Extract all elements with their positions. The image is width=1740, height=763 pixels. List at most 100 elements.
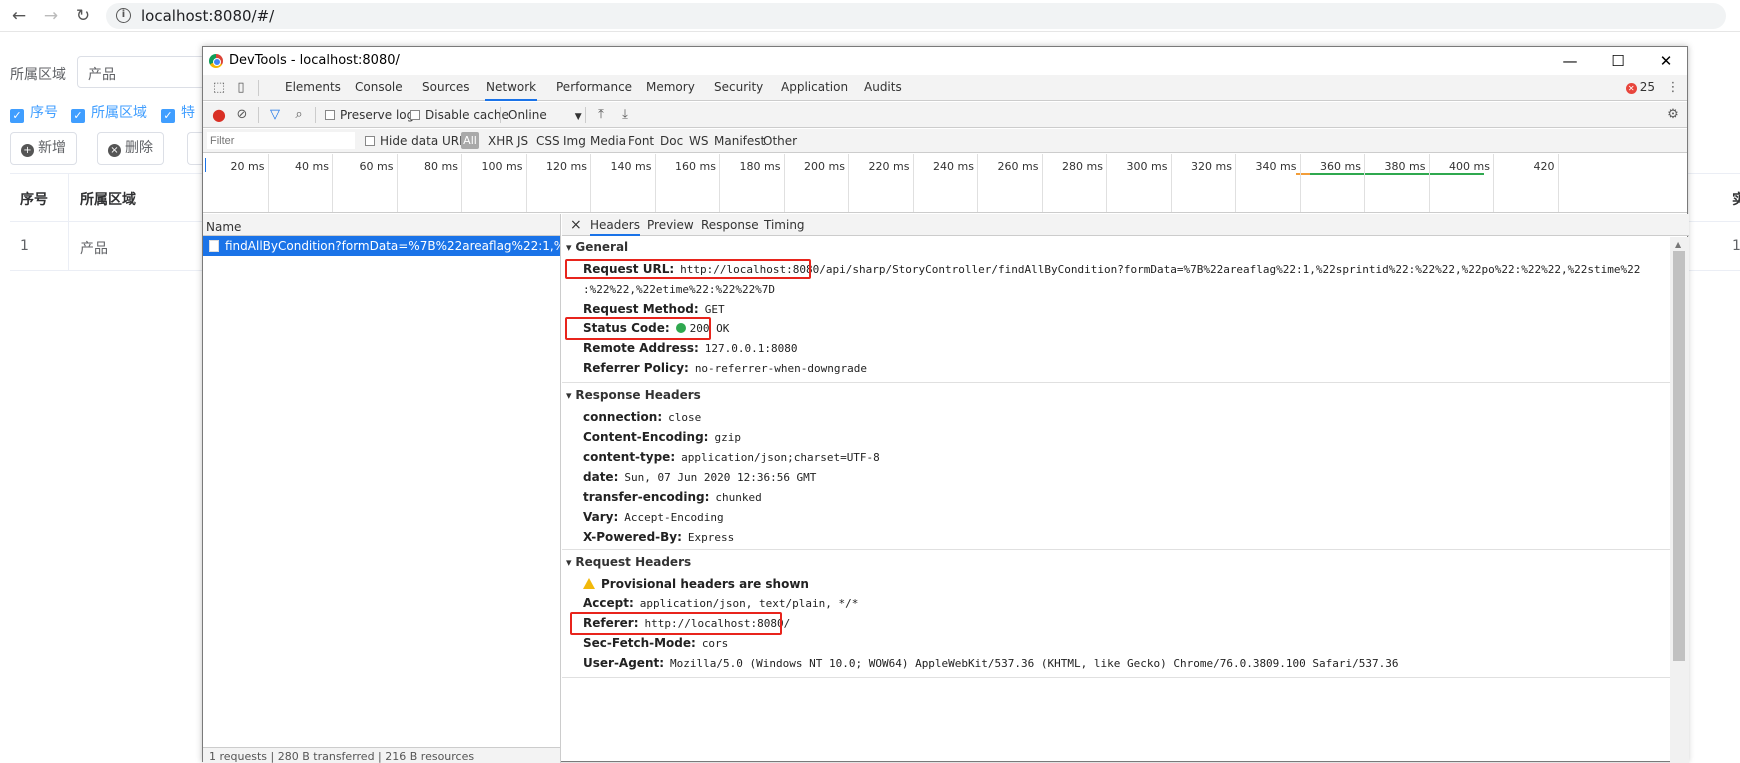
disable-cache-checkbox[interactable]: Disable cache — [410, 108, 509, 122]
header-key: Remote Address: — [583, 341, 699, 355]
filter-icon[interactable]: ▽ — [267, 107, 283, 123]
name-column-header[interactable]: Name — [203, 214, 560, 236]
warning-text: Provisional headers are shown — [601, 577, 809, 591]
timeline-tick-label: 40 ms — [295, 160, 329, 173]
tab-elements[interactable]: Elements — [284, 75, 342, 101]
header-key: Referrer Policy: — [583, 361, 689, 375]
header-key: content-type: — [583, 450, 676, 464]
checkbox-region[interactable]: ✓ 所属区域 — [71, 102, 147, 123]
divider — [562, 677, 1670, 678]
address-text[interactable]: localhost:8080/#/ — [141, 7, 274, 25]
error-count-badge[interactable]: ✕ 25 — [1625, 80, 1655, 94]
delete-button[interactable]: × 删除 — [97, 132, 164, 165]
header-key: transfer-encoding: — [583, 490, 710, 504]
network-overview-timeline[interactable]: 20 ms 40 ms 60 ms 80 ms 100 ms 120 ms 140 ms 16… — [203, 154, 1687, 213]
response-header-row: X-Powered-By: Express — [583, 530, 734, 544]
hide-data-urls-checkbox[interactable]: Hide data URLs — [365, 134, 472, 148]
response-header-row: Vary: Accept-Encoding — [583, 510, 724, 524]
close-details-icon[interactable]: × — [570, 214, 582, 236]
add-label: 新增 — [38, 140, 66, 156]
more-menu-icon[interactable]: ⋮ — [1665, 80, 1681, 96]
add-button[interactable]: + 新增 — [10, 132, 77, 165]
header-value: Sun, 07 Jun 2020 12:36:56 GMT — [624, 471, 817, 484]
request-method-row: Request Method: GET — [583, 302, 725, 316]
filter-js[interactable]: JS — [517, 134, 528, 148]
request-row[interactable]: findAllByCondition?formData=%7B%22areafl… — [203, 236, 560, 256]
response-header-row: content-type: application/json;charset=UT… — [583, 450, 880, 464]
checkbox-index[interactable]: ✓ 序号 — [10, 102, 58, 123]
import-har-icon[interactable]: ⤒ — [593, 107, 609, 123]
header-key: Request Method: — [583, 302, 699, 316]
export-har-icon[interactable]: ⤓ — [617, 107, 633, 123]
general-section-header[interactable]: General — [566, 240, 628, 254]
annotation-box-request-url — [565, 259, 811, 279]
tab-headers[interactable]: Headers — [590, 214, 640, 236]
device-toolbar-icon[interactable]: ▯ — [233, 80, 249, 96]
minimize-button[interactable]: — — [1555, 49, 1585, 73]
settings-gear-icon[interactable]: ⚙ — [1665, 107, 1681, 123]
filter-all[interactable]: All — [461, 132, 479, 149]
warning-icon — [583, 578, 595, 589]
close-window-button[interactable]: ✕ — [1651, 49, 1681, 73]
preserve-log-checkbox[interactable]: Preserve log — [325, 108, 414, 122]
checkbox-icon — [325, 110, 335, 120]
timeline-tick-label: 220 ms — [868, 160, 910, 173]
tab-response[interactable]: Response — [701, 214, 759, 236]
header-value: 127.0.0.1:8080 — [704, 342, 798, 355]
filter-img[interactable]: Img — [563, 134, 586, 148]
timeline-tick-label: 180 ms — [739, 160, 781, 173]
filter-css[interactable]: CSS — [536, 134, 560, 148]
details-tabbar: × Headers Preview Response Timing — [562, 214, 1689, 236]
inspect-element-icon[interactable]: ⬚ — [211, 80, 227, 96]
timeline-start-marker — [205, 158, 206, 172]
filter-font[interactable]: Font — [628, 134, 654, 148]
filter-bar: Hide data URLs All XHR JS CSS Img Media … — [203, 129, 1687, 153]
address-bar[interactable]: i localhost:8080/#/ — [106, 3, 1726, 29]
tab-memory[interactable]: Memory — [645, 75, 696, 101]
filter-media[interactable]: Media — [590, 134, 626, 148]
check-icon: ✓ — [161, 109, 175, 123]
tab-timing[interactable]: Timing — [764, 214, 805, 236]
filter-manifest[interactable]: Manifest — [714, 134, 765, 148]
forward-arrow-icon[interactable]: → — [40, 5, 62, 27]
delete-label: 删除 — [125, 140, 153, 156]
document-icon — [209, 240, 219, 252]
back-arrow-icon[interactable]: ← — [8, 5, 30, 27]
tab-security[interactable]: Security — [713, 75, 764, 101]
header-value: close — [668, 411, 702, 424]
details-scrollbar[interactable]: ▲ — [1670, 237, 1689, 763]
referrer-policy-row: Referrer Policy: no-referrer-when-downgra… — [583, 361, 867, 375]
search-icon[interactable]: ⌕ — [291, 107, 307, 123]
info-icon[interactable]: i — [116, 8, 131, 23]
response-headers-section-header[interactable]: Response Headers — [566, 388, 700, 402]
reload-icon[interactable]: ↻ — [72, 5, 94, 27]
devtools-tabbar: ⬚ ▯ Elements Console Sources Network Per… — [203, 75, 1687, 101]
tab-preview[interactable]: Preview — [647, 214, 694, 236]
filter-ws[interactable]: WS — [689, 134, 708, 148]
request-headers-section-header[interactable]: Request Headers — [566, 555, 691, 569]
header-value: chunked — [715, 491, 762, 504]
region-label: 所属区域 — [10, 67, 66, 83]
tab-application[interactable]: Application — [780, 75, 849, 101]
filter-xhr[interactable]: XHR — [488, 134, 514, 148]
filter-doc[interactable]: Doc — [660, 134, 683, 148]
tab-performance[interactable]: Performance — [555, 75, 633, 101]
record-icon[interactable]: ● — [211, 107, 227, 123]
maximize-button[interactable]: ☐ — [1603, 49, 1633, 73]
disable-cache-label: Disable cache — [425, 108, 509, 122]
filter-other[interactable]: Other — [763, 134, 797, 148]
tab-network[interactable]: Network — [485, 75, 538, 101]
network-status-bar: 1 requests | 280 B transferred | 216 B r… — [203, 747, 560, 763]
tab-audits[interactable]: Audits — [863, 75, 903, 101]
clear-icon[interactable]: ⊘ — [234, 107, 250, 123]
checkbox-feature[interactable]: ✓ 特 — [161, 102, 195, 123]
filter-input[interactable] — [207, 132, 355, 149]
tab-console[interactable]: Console — [354, 75, 404, 101]
region-input[interactable]: 产品 — [77, 56, 207, 88]
scrollbar-thumb[interactable] — [1673, 251, 1685, 661]
timeline-tick-label: 240 ms — [933, 160, 974, 173]
throttling-select[interactable]: Online ▼ — [508, 108, 582, 122]
scroll-up-icon[interactable]: ▲ — [1675, 240, 1681, 249]
remote-address-row: Remote Address: 127.0.0.1:8080 — [583, 341, 798, 355]
tab-sources[interactable]: Sources — [421, 75, 470, 101]
